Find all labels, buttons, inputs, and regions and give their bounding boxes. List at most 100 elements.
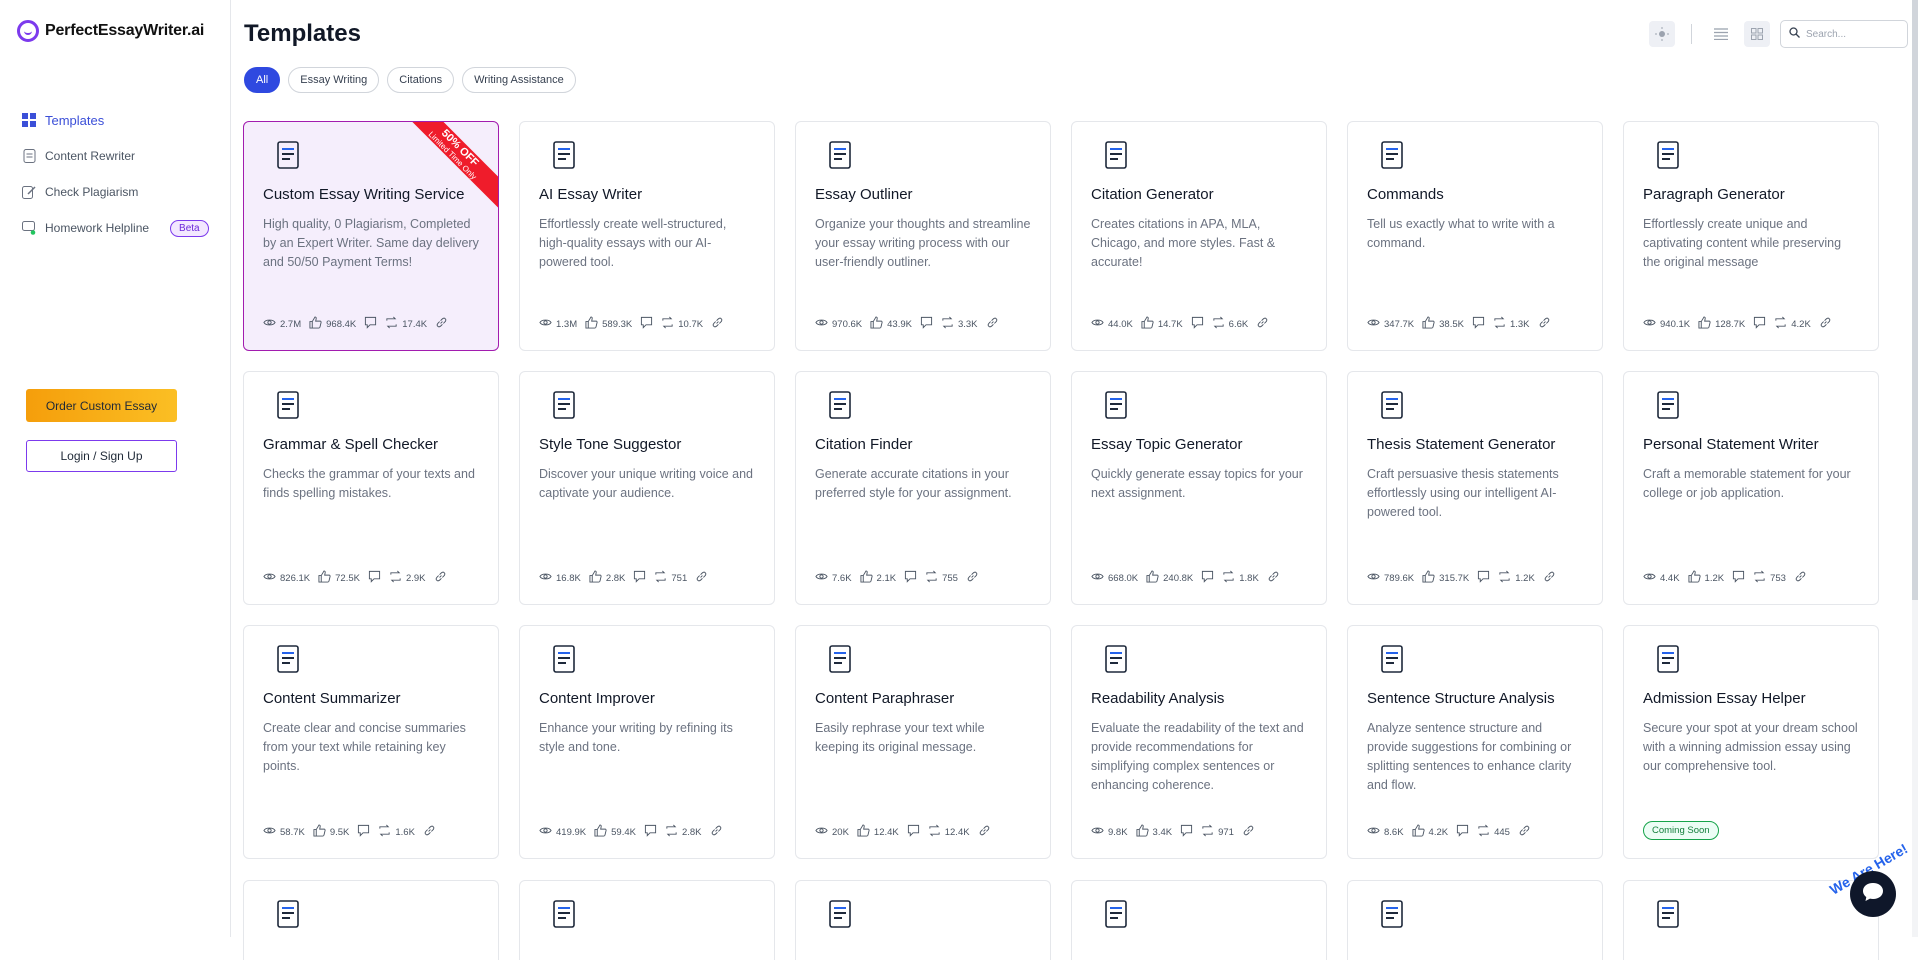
copy-link-button[interactable] bbox=[1543, 570, 1556, 586]
template-card[interactable]: Grammar & Spell Checker Checks the gramma… bbox=[243, 371, 499, 605]
copy-link-button[interactable] bbox=[1242, 824, 1255, 840]
comment-button[interactable] bbox=[1753, 316, 1766, 332]
template-card[interactable]: Personal Statement Writer Craft a memorab… bbox=[1623, 371, 1879, 605]
theme-toggle-icon[interactable] bbox=[1649, 21, 1675, 47]
comment-button[interactable] bbox=[1472, 316, 1485, 332]
share-button[interactable]: 2.9K bbox=[389, 570, 426, 586]
share-button[interactable]: 755 bbox=[925, 570, 958, 586]
template-card[interactable]: Essay Topic Generator Quickly generate es… bbox=[1071, 371, 1327, 605]
sidebar-item-templates[interactable]: Templates bbox=[22, 102, 222, 138]
copy-link-button[interactable] bbox=[1518, 824, 1531, 840]
copy-link-button[interactable] bbox=[978, 824, 991, 840]
template-card[interactable]: 50% OFF Limited Time Only Custom Essay Wri… bbox=[243, 121, 499, 351]
copy-link-button[interactable] bbox=[710, 824, 723, 840]
comment-button[interactable] bbox=[1456, 824, 1469, 840]
comment-button[interactable] bbox=[904, 570, 917, 586]
copy-link-button[interactable] bbox=[1794, 570, 1807, 586]
comment-button[interactable] bbox=[633, 570, 646, 586]
like-button[interactable]: 315.7K bbox=[1422, 570, 1469, 586]
comment-button[interactable] bbox=[1180, 824, 1193, 840]
like-button[interactable]: 968.4K bbox=[309, 316, 356, 332]
share-button[interactable]: 751 bbox=[654, 570, 687, 586]
copy-link-button[interactable] bbox=[423, 824, 436, 840]
copy-link-button[interactable] bbox=[435, 316, 448, 332]
share-button[interactable]: 2.8K bbox=[665, 824, 702, 840]
sidebar-item-homework-helpline[interactable]: Homework Helpline Beta bbox=[22, 210, 222, 246]
comment-button[interactable] bbox=[364, 316, 377, 332]
comment-button[interactable] bbox=[1477, 570, 1490, 586]
like-button[interactable]: 14.7K bbox=[1141, 316, 1183, 332]
like-button[interactable]: 38.5K bbox=[1422, 316, 1464, 332]
comment-button[interactable] bbox=[1732, 570, 1745, 586]
template-card[interactable]: Citation Generator Creates citations in A… bbox=[1071, 121, 1327, 351]
scroll-thumb[interactable] bbox=[1912, 0, 1918, 600]
list-view-icon[interactable] bbox=[1708, 21, 1734, 47]
login-signup-button[interactable]: Login / Sign Up bbox=[26, 440, 177, 472]
copy-link-button[interactable] bbox=[434, 570, 447, 586]
filter-all[interactable]: All bbox=[244, 67, 281, 93]
template-card[interactable]: Readability Analysis Evaluate the readabi… bbox=[1071, 625, 1327, 859]
share-button[interactable]: 753 bbox=[1753, 570, 1786, 586]
sidebar-item-check-plagiarism[interactable]: Check Plagiarism bbox=[22, 174, 222, 210]
share-button[interactable]: 3.3K bbox=[941, 316, 978, 332]
comment-button[interactable] bbox=[640, 316, 653, 332]
template-card[interactable]: Paragraph Generator Effortlessly create u… bbox=[1623, 121, 1879, 351]
template-card[interactable]: Sentence Structure Analysis Analyze sente… bbox=[1347, 625, 1603, 859]
grid-view-icon[interactable] bbox=[1744, 21, 1770, 47]
share-button[interactable]: 971 bbox=[1201, 824, 1234, 840]
search-input[interactable] bbox=[1806, 28, 1906, 40]
template-card[interactable]: AI Essay Writer Effortlessly create well-… bbox=[519, 121, 775, 351]
template-card[interactable]: Essay Outliner Organize your thoughts and… bbox=[795, 121, 1051, 351]
comment-button[interactable] bbox=[1191, 316, 1204, 332]
template-card[interactable] bbox=[795, 880, 1051, 960]
comment-button[interactable] bbox=[907, 824, 920, 840]
like-button[interactable]: 2.1K bbox=[860, 570, 896, 586]
copy-link-button[interactable] bbox=[1538, 316, 1551, 332]
brand-logo[interactable]: PerfectEssayWriter.ai bbox=[17, 20, 204, 42]
like-button[interactable]: 589.3K bbox=[585, 316, 632, 332]
like-button[interactable]: 9.5K bbox=[313, 824, 349, 840]
template-card[interactable]: Content Improver Enhance your writing by … bbox=[519, 625, 775, 859]
comment-button[interactable] bbox=[644, 824, 657, 840]
template-card[interactable]: Commands Tell us exactly what to write wi… bbox=[1347, 121, 1603, 351]
copy-link-button[interactable] bbox=[966, 570, 979, 586]
share-button[interactable]: 17.4K bbox=[385, 316, 427, 332]
share-button[interactable]: 1.8K bbox=[1222, 570, 1259, 586]
template-card[interactable] bbox=[243, 880, 499, 960]
share-button[interactable]: 1.3K bbox=[1493, 316, 1530, 332]
template-card[interactable]: Admission Essay Helper Secure your spot a… bbox=[1623, 625, 1879, 859]
copy-link-button[interactable] bbox=[1256, 316, 1269, 332]
template-card[interactable]: Thesis Statement Generator Craft persuasi… bbox=[1347, 371, 1603, 605]
share-button[interactable]: 12.4K bbox=[928, 824, 970, 840]
like-button[interactable]: 1.2K bbox=[1688, 570, 1724, 586]
copy-link-button[interactable] bbox=[986, 316, 999, 332]
page-scrollbar[interactable] bbox=[1912, 0, 1918, 937]
copy-link-button[interactable] bbox=[695, 570, 708, 586]
share-button[interactable]: 10.7K bbox=[661, 316, 703, 332]
share-button[interactable]: 445 bbox=[1477, 824, 1510, 840]
comment-button[interactable] bbox=[368, 570, 381, 586]
copy-link-button[interactable] bbox=[711, 316, 724, 332]
share-button[interactable]: 4.2K bbox=[1774, 316, 1811, 332]
template-card[interactable] bbox=[1347, 880, 1603, 960]
template-card[interactable] bbox=[519, 880, 775, 960]
template-card[interactable]: Style Tone Suggestor Discover your unique… bbox=[519, 371, 775, 605]
like-button[interactable]: 4.2K bbox=[1412, 824, 1448, 840]
like-button[interactable]: 43.9K bbox=[870, 316, 912, 332]
share-button[interactable]: 1.6K bbox=[378, 824, 415, 840]
filter-essay-writing[interactable]: Essay Writing bbox=[288, 67, 380, 93]
like-button[interactable]: 12.4K bbox=[857, 824, 899, 840]
template-card[interactable]: Content Summarizer Create clear and conci… bbox=[243, 625, 499, 859]
template-card[interactable]: Citation Finder Generate accurate citatio… bbox=[795, 371, 1051, 605]
like-button[interactable]: 59.4K bbox=[594, 824, 636, 840]
filter-citations[interactable]: Citations bbox=[387, 67, 455, 93]
like-button[interactable]: 2.8K bbox=[589, 570, 625, 586]
comment-button[interactable] bbox=[357, 824, 370, 840]
copy-link-button[interactable] bbox=[1267, 570, 1280, 586]
comment-button[interactable] bbox=[1201, 570, 1214, 586]
like-button[interactable]: 128.7K bbox=[1698, 316, 1745, 332]
share-button[interactable]: 1.2K bbox=[1498, 570, 1535, 586]
template-card[interactable] bbox=[1071, 880, 1327, 960]
filter-writing-assistance[interactable]: Writing Assistance bbox=[462, 67, 576, 93]
sidebar-item-content-rewriter[interactable]: Content Rewriter bbox=[22, 138, 222, 174]
